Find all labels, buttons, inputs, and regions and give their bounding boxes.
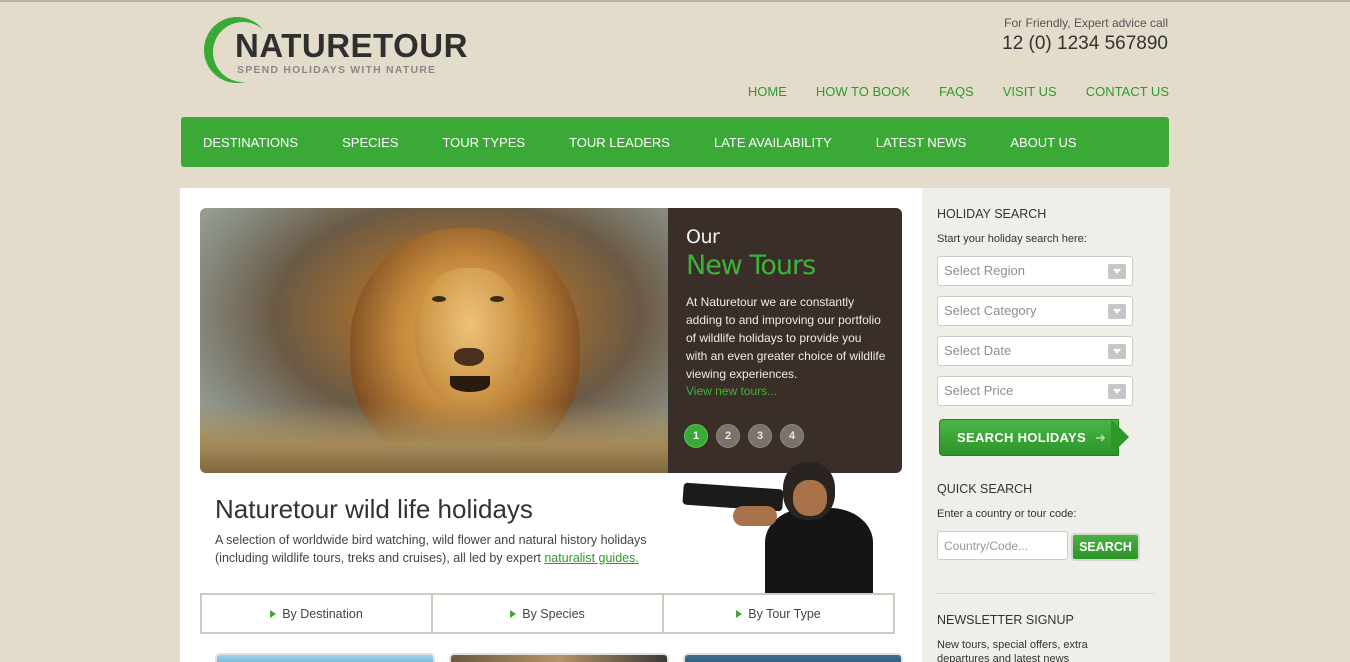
tour-thumbnail[interactable] [683, 653, 903, 662]
intro-text: A selection of worldwide bird watching, … [215, 532, 655, 567]
hero-slider: Our New Tours At Naturetour we are const… [200, 208, 902, 473]
top-nav-how-to-book[interactable]: HOW TO BOOK [816, 84, 910, 99]
top-border [0, 0, 1350, 2]
sidebar-divider [937, 593, 1155, 594]
arrow-right-icon [510, 609, 517, 618]
select-region[interactable]: Select Region [937, 256, 1133, 286]
select-price-value: Select Price [944, 383, 1014, 398]
main-nav-late-availability[interactable]: LATE AVAILABILITY [714, 135, 832, 150]
main-nav: DESTINATIONS SPECIES TOUR TYPES TOUR LEA… [181, 117, 1169, 167]
top-nav: HOME HOW TO BOOK FAQS VISIT US CONTACT U… [748, 84, 1169, 99]
logo-name: NATURETOUR [235, 27, 468, 64]
main-nav-destinations[interactable]: DESTINATIONS [203, 135, 298, 150]
main-nav-about-us[interactable]: ABOUT US [1010, 135, 1076, 150]
hero-title-small: Our [686, 226, 720, 248]
newsletter-heading: NEWSLETTER SIGNUP [937, 613, 1074, 627]
select-category-value: Select Category [944, 303, 1037, 318]
select-price[interactable]: Select Price [937, 376, 1133, 406]
hero-description: At Naturetour we are constantly adding t… [686, 295, 886, 381]
arrow-right-icon [736, 609, 743, 618]
arrow-right-icon [270, 609, 277, 618]
quick-search-subtext: Enter a country or tour code: [937, 508, 1077, 520]
phone-number: 12 (0) 1234 567890 [1002, 33, 1168, 54]
top-nav-contact-us[interactable]: CONTACT US [1086, 84, 1169, 99]
country-code-input[interactable]: Country/Code... [937, 531, 1068, 560]
slide-dot-3[interactable]: 3 [748, 424, 772, 448]
select-category[interactable]: Select Category [937, 296, 1133, 326]
main-nav-tour-types[interactable]: TOUR TYPES [442, 135, 525, 150]
select-region-value: Select Region [944, 263, 1025, 278]
photographer-image [682, 458, 873, 594]
top-nav-faqs[interactable]: FAQS [939, 84, 974, 99]
call-label: For Friendly, Expert advice call [1004, 16, 1168, 30]
holiday-search-heading: HOLIDAY SEARCH [937, 207, 1047, 221]
chevron-down-icon [1108, 384, 1126, 399]
logo-tagline: SPEND HOLIDAYS WITH NATURE [237, 64, 437, 76]
chevron-down-icon [1108, 304, 1126, 319]
tab-label: By Tour Type [748, 606, 821, 621]
hero-caption-panel: Our New Tours At Naturetour we are const… [668, 208, 902, 473]
tab-label: By Destination [282, 606, 363, 621]
main-nav-species[interactable]: SPECIES [342, 135, 398, 150]
lion-photo [200, 208, 668, 473]
slide-dot-4[interactable]: 4 [780, 424, 804, 448]
site-logo[interactable]: NATURETOUR SPEND HOLIDAYS WITH NATURE [204, 17, 467, 85]
hero-title: New Tours [686, 250, 816, 281]
quick-search-heading: QUICK SEARCH [937, 482, 1033, 496]
select-date-value: Select Date [944, 343, 1012, 358]
chevron-down-icon [1108, 344, 1126, 359]
view-new-tours-link[interactable]: View new tours... [686, 384, 886, 398]
main-nav-tour-leaders[interactable]: TOUR LEADERS [569, 135, 670, 150]
tab-by-tour-type[interactable]: By Tour Type [664, 595, 893, 632]
browse-tabs: By Destination By Species By Tour Type [200, 593, 895, 634]
top-nav-home[interactable]: HOME [748, 84, 787, 99]
newsletter-text: New tours, special offers, extra departu… [937, 639, 1088, 662]
search-holidays-label: SEARCH HOLIDAYS [957, 430, 1086, 445]
slide-pager: 1 2 3 4 [684, 424, 804, 448]
select-date[interactable]: Select Date [937, 336, 1133, 366]
tour-thumbnail[interactable] [215, 653, 435, 662]
search-holidays-button[interactable]: SEARCH HOLIDAYS ➜ [939, 419, 1137, 456]
naturalist-guides-link[interactable]: naturalist guides. [544, 551, 639, 565]
slide-dot-2[interactable]: 2 [716, 424, 740, 448]
quick-search-button[interactable]: SEARCH [1071, 533, 1140, 561]
tab-by-destination[interactable]: By Destination [202, 595, 433, 632]
tab-label: By Species [522, 606, 585, 621]
main-nav-latest-news[interactable]: LATEST NEWS [876, 135, 967, 150]
holiday-search-subtext: Start your holiday search here: [937, 233, 1087, 245]
slide-dot-1[interactable]: 1 [684, 424, 708, 448]
tab-by-species[interactable]: By Species [433, 595, 664, 632]
tour-thumbnail[interactable] [449, 653, 669, 662]
chevron-down-icon [1108, 264, 1126, 279]
intro-title: Naturetour wild life holidays [215, 494, 533, 524]
top-nav-visit-us[interactable]: VISIT US [1003, 84, 1057, 99]
arrow-right-icon: ➜ [1095, 430, 1106, 445]
